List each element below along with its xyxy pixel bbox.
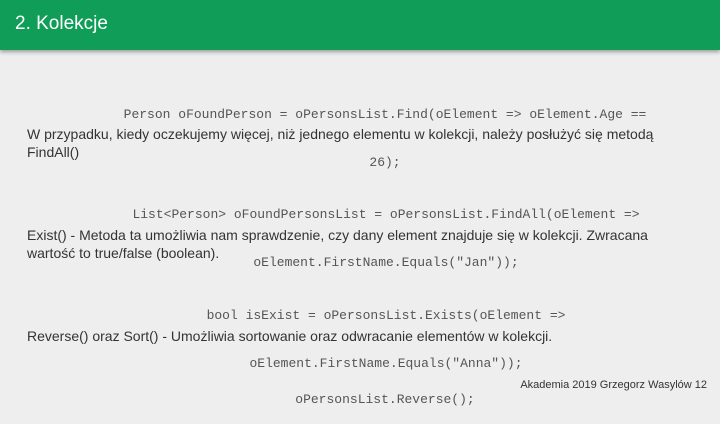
code-line: oPersonsList.Reverse(); — [295, 392, 475, 407]
slide-title: 2. Kolekcje — [15, 13, 108, 34]
paragraph-findall: W przypadku, kiedy oczekujemy więcej, ni… — [27, 126, 654, 160]
slide-header: 2. Kolekcje — [0, 0, 720, 50]
slide-footer: Akademia 2019 Grzegorz Wasylów 12 — [520, 379, 707, 391]
code-line: bool isExist = oPersonsList.Exists(oElem… — [206, 308, 566, 323]
code-reverse: oPersonsList.Reverse(); — [0, 360, 720, 424]
code-line: Person oFoundPerson = oPersonsList.Find(… — [123, 107, 647, 122]
code-line: List<Person> oFoundPersonsList = oPerson… — [132, 207, 640, 222]
paragraph-exist: Exist() - Metoda ta umożliwia nam sprawd… — [27, 227, 648, 261]
paragraph-reverse-sort: Reverse() oraz Sort() - Umożliwia sortow… — [27, 328, 553, 344]
